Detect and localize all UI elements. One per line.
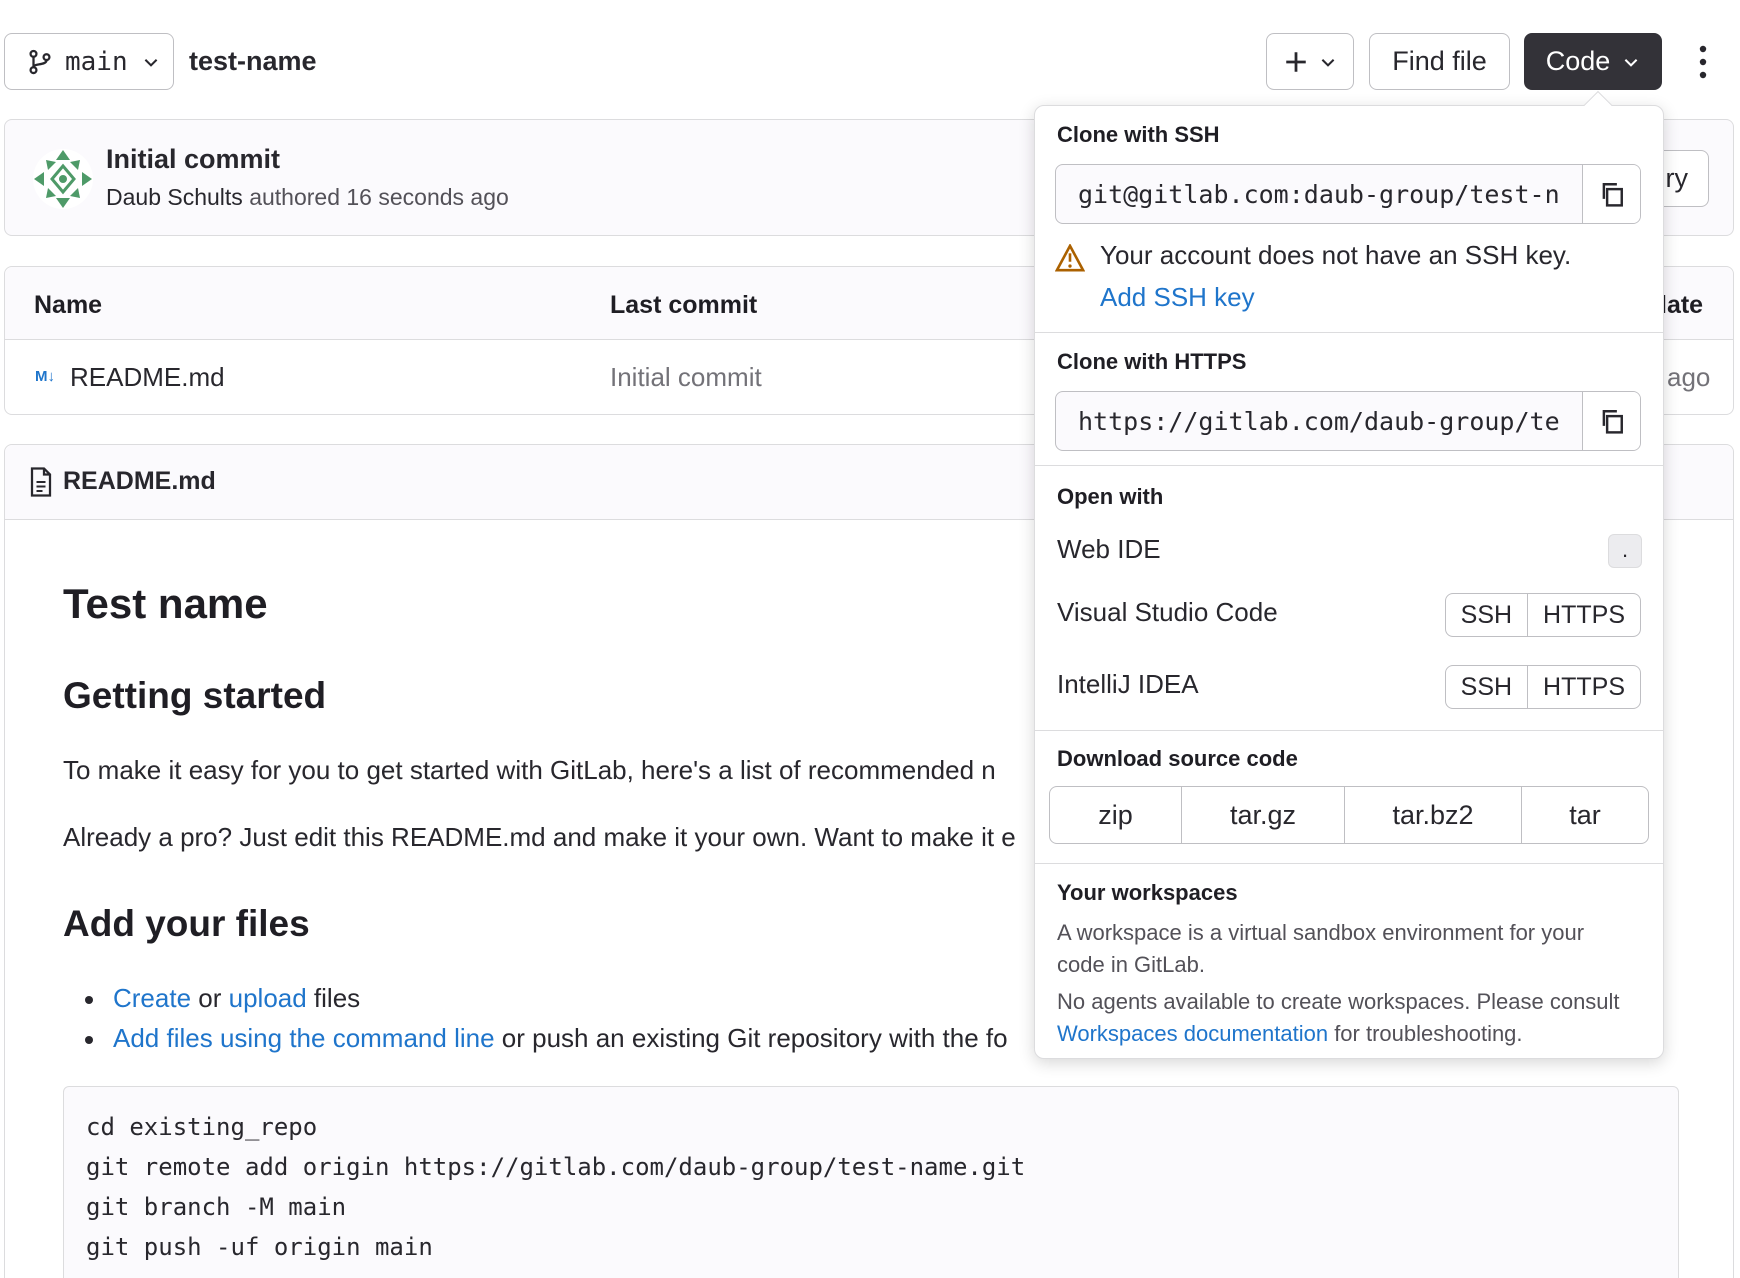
- vscode-clone-options: SSH HTTPS: [1444, 593, 1641, 637]
- download-format-buttons: zip tar.gz tar.bz2 tar: [1049, 786, 1649, 844]
- copy-icon: [1602, 410, 1623, 434]
- add-dropdown-button[interactable]: [1266, 33, 1354, 90]
- copy-icon: [1602, 183, 1623, 207]
- branch-icon: [29, 49, 51, 74]
- bullet-text: or push an existing Git repository with …: [494, 1023, 1008, 1053]
- code-block: cd existing_repo git remote add origin h…: [63, 1086, 1679, 1278]
- branch-selector[interactable]: main: [4, 33, 174, 90]
- find-file-button[interactable]: Find file: [1369, 33, 1510, 90]
- download-zip-button[interactable]: zip: [1050, 787, 1181, 843]
- workspaces-documentation-link[interactable]: Workspaces documentation: [1057, 1021, 1328, 1046]
- download-source-title: Download source code: [1057, 746, 1298, 771]
- workspaces-note: No agents available to create workspaces…: [1057, 986, 1657, 1050]
- readme-h2-add-files: Add your files: [63, 903, 310, 944]
- column-header-date: late: [1660, 291, 1704, 319]
- bullet-text: files: [306, 983, 361, 1013]
- code-dropdown-panel: Clone with SSH git@gitlab.com:daub-group…: [1034, 105, 1664, 1059]
- commit-time: authored 16 seconds ago: [249, 184, 509, 210]
- file-icon: [30, 467, 52, 497]
- download-tar-bz2-button[interactable]: tar.bz2: [1344, 787, 1521, 843]
- warning-icon: [1055, 244, 1085, 272]
- branch-name: main: [65, 46, 128, 77]
- clone-ssh-title: Clone with SSH: [1057, 122, 1220, 147]
- bullet: [85, 996, 93, 1005]
- intellij-https-button[interactable]: HTTPS: [1527, 666, 1640, 708]
- markdown-icon: M↓: [35, 368, 55, 385]
- add-ssh-key-link[interactable]: Add SSH key: [1100, 282, 1255, 313]
- divider: [1035, 465, 1663, 466]
- file-date: ago: [1667, 362, 1711, 392]
- vscode-ssh-button[interactable]: SSH: [1446, 594, 1527, 636]
- divider: [1035, 332, 1663, 333]
- intellij-clone-options: SSH HTTPS: [1444, 665, 1641, 709]
- ssh-warning-text: Your account does not have an SSH key.: [1100, 240, 1572, 270]
- chevron-down-icon: [1321, 58, 1335, 67]
- clone-https-title: Clone with HTTPS: [1057, 349, 1247, 374]
- copy-https-url-button[interactable]: [1582, 392, 1640, 450]
- intellij-ssh-button[interactable]: SSH: [1446, 666, 1527, 708]
- download-tar-gz-button[interactable]: tar.gz: [1181, 787, 1344, 843]
- web-ide-item[interactable]: Web IDE: [1057, 534, 1161, 565]
- commit-title[interactable]: Initial commit: [106, 144, 280, 175]
- project-breadcrumb[interactable]: test-name: [189, 46, 317, 77]
- code-line: git branch -M main: [86, 1193, 347, 1221]
- workspaces-title: Your workspaces: [1057, 880, 1238, 905]
- readme-paragraph-2: Already a pro? Just edit this README.md …: [63, 822, 1016, 852]
- plus-icon: [1286, 51, 1306, 72]
- ssh-url-field[interactable]: git@gitlab.com:daub-group/test-n: [1055, 164, 1641, 224]
- https-url-value[interactable]: https://gitlab.com/daub-group/te: [1078, 407, 1560, 436]
- vscode-https-button[interactable]: HTTPS: [1527, 594, 1640, 636]
- create-link[interactable]: Create: [113, 983, 191, 1013]
- vscode-label: Visual Studio Code: [1057, 597, 1278, 627]
- bullet: [85, 1036, 93, 1045]
- history-button-label: ry: [1665, 163, 1689, 193]
- copy-ssh-url-button[interactable]: [1582, 165, 1640, 223]
- readme-h1: Test name: [63, 580, 268, 627]
- readme-h2-getting-started: Getting started: [63, 675, 327, 716]
- bullet-text: or: [191, 983, 229, 1013]
- workspaces-description: A workspace is a virtual sandbox environ…: [1057, 920, 1585, 977]
- commit-meta: Daub Schults authored 16 seconds ago: [106, 184, 509, 211]
- avatar: [33, 149, 93, 209]
- chevron-down-icon: [144, 58, 157, 67]
- column-header-name: Name: [34, 291, 103, 319]
- divider: [1035, 730, 1663, 731]
- command-line-link[interactable]: Add files using the command line: [113, 1023, 495, 1053]
- readme-paragraph-1: To make it easy for you to get started w…: [63, 755, 996, 785]
- more-actions-icon[interactable]: [1692, 44, 1714, 80]
- commit-author[interactable]: Daub Schults: [106, 184, 243, 210]
- code-dropdown-button[interactable]: Code: [1524, 33, 1662, 90]
- file-last-commit-link[interactable]: Initial commit: [610, 362, 762, 393]
- download-tar-button[interactable]: tar: [1521, 787, 1648, 843]
- readme-filename: README.md: [63, 467, 216, 495]
- web-ide-shortcut-badge: .: [1608, 534, 1642, 568]
- ssh-url-value[interactable]: git@gitlab.com:daub-group/test-n: [1078, 180, 1560, 209]
- list-item: Create or upload files: [85, 983, 360, 1014]
- workspaces-note-text: for troubleshooting.: [1328, 1021, 1523, 1046]
- column-header-last-commit: Last commit: [610, 291, 758, 319]
- file-name-link[interactable]: README.md: [70, 362, 225, 393]
- open-with-title: Open with: [1057, 484, 1164, 509]
- code-button-label: Code: [1545, 46, 1611, 76]
- https-url-field[interactable]: https://gitlab.com/daub-group/te: [1055, 391, 1641, 451]
- chevron-down-icon: [1624, 58, 1638, 67]
- list-item: Add files using the command line or push…: [85, 1023, 1008, 1054]
- code-line: git remote add origin https://gitlab.com…: [86, 1153, 1026, 1181]
- divider: [1035, 863, 1663, 864]
- code-line: cd existing_repo: [86, 1113, 318, 1141]
- workspaces-note-text: No agents available to create workspaces…: [1057, 989, 1620, 1014]
- code-line: git push -uf origin main: [86, 1233, 433, 1261]
- upload-link[interactable]: upload: [229, 983, 307, 1013]
- intellij-label: IntelliJ IDEA: [1057, 669, 1199, 699]
